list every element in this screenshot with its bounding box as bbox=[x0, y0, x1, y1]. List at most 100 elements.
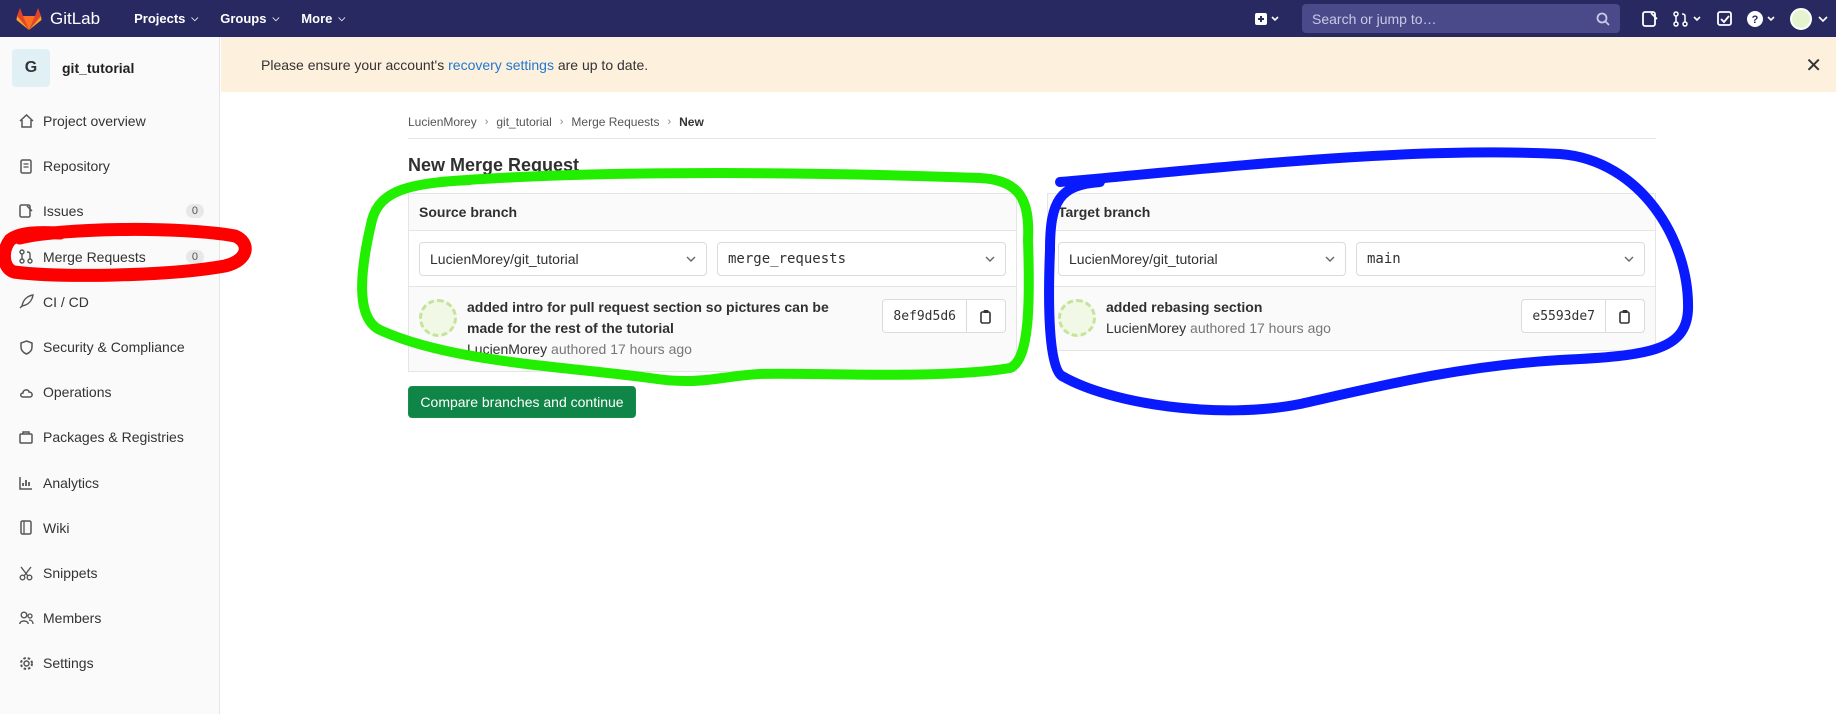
merge-request-icon bbox=[18, 249, 34, 264]
source-branch-heading: Source branch bbox=[409, 194, 1016, 231]
chevron-down-icon bbox=[1325, 256, 1335, 262]
chevron-down-icon: ⌵ bbox=[191, 13, 199, 23]
target-commit-time: authored 17 hours ago bbox=[1186, 320, 1331, 336]
sidebar-item-label: Project overview bbox=[43, 113, 146, 129]
project-header[interactable]: G git_tutorial bbox=[0, 37, 219, 99]
sidebar-item-repository[interactable]: Repository bbox=[0, 151, 219, 181]
target-branch-dropdown[interactable]: main bbox=[1356, 241, 1645, 276]
chevron-right-icon: › bbox=[667, 116, 672, 128]
chevron-down-icon bbox=[1624, 256, 1634, 262]
source-project-dropdown[interactable]: LucienMorey/git_tutorial bbox=[419, 241, 707, 276]
nav-right: Search or jump to… ? bbox=[1248, 0, 1836, 37]
search-icon bbox=[1596, 12, 1610, 26]
source-commit: added intro for pull request section so … bbox=[409, 286, 1016, 371]
breadcrumb: LucienMorey › git_tutorial › Merge Reque… bbox=[408, 106, 1656, 139]
target-branch-panel: Target branch LucienMorey/git_tutorial m… bbox=[1047, 193, 1656, 351]
source-branch-value: merge_requests bbox=[728, 250, 847, 267]
sidebar-item-merge-requests[interactable]: Merge Requests 0 bbox=[0, 242, 219, 272]
search-input[interactable]: Search or jump to… bbox=[1302, 4, 1620, 33]
sidebar-item-label: Issues bbox=[43, 203, 84, 220]
issues-icon[interactable] bbox=[1634, 0, 1666, 37]
target-project-dropdown[interactable]: LucienMorey/git_tutorial bbox=[1058, 241, 1346, 276]
sidebar-item-label: Members bbox=[43, 610, 102, 627]
sidebar-item-label: Settings bbox=[43, 655, 94, 672]
target-commit-sha: e5593de7 bbox=[1521, 299, 1645, 333]
source-project-value: LucienMorey/git_tutorial bbox=[430, 250, 579, 267]
sidebar-item-label: Repository bbox=[43, 158, 110, 175]
close-icon[interactable]: ✕ bbox=[1805, 53, 1822, 78]
gear-icon bbox=[18, 656, 34, 671]
nav-more[interactable]: More ⌵ bbox=[301, 11, 345, 26]
copy-icon[interactable] bbox=[967, 300, 1005, 332]
help-icon[interactable]: ? bbox=[1740, 0, 1784, 37]
breadcrumb-current[interactable]: New bbox=[679, 115, 704, 129]
chevron-down-icon bbox=[1818, 15, 1828, 22]
sidebar-item-ci-cd[interactable]: CI / CD bbox=[0, 287, 219, 317]
nav-groups[interactable]: Groups ⌵ bbox=[220, 11, 279, 26]
brand-name: GitLab bbox=[50, 8, 101, 28]
sidebar-item-label: Operations bbox=[43, 384, 112, 401]
svg-text:?: ? bbox=[1752, 14, 1759, 26]
target-project-value: LucienMorey/git_tutorial bbox=[1069, 250, 1218, 267]
sidebar-item-project-overview[interactable]: Project overview bbox=[0, 106, 219, 136]
sidebar-item-analytics[interactable]: Analytics bbox=[0, 468, 219, 498]
sidebar-item-security-compliance[interactable]: Security & Compliance bbox=[0, 332, 219, 362]
chevron-down-icon bbox=[985, 256, 995, 262]
sidebar-item-settings[interactable]: Settings bbox=[0, 648, 219, 678]
source-commit-title-line2[interactable]: made for the rest of the tutorial bbox=[467, 318, 829, 339]
rocket-icon bbox=[18, 294, 34, 309]
package-icon bbox=[18, 430, 34, 445]
breadcrumb-item[interactable]: git_tutorial bbox=[496, 115, 551, 129]
issues-icon bbox=[18, 204, 34, 219]
page-title: New Merge Request bbox=[408, 155, 580, 175]
source-commit-sha: 8ef9d5d6 bbox=[882, 299, 1006, 333]
sidebar-item-label: Snippets bbox=[43, 565, 98, 581]
target-commit-author[interactable]: LucienMorey bbox=[1106, 320, 1186, 336]
merge-request-icon[interactable] bbox=[1666, 0, 1710, 37]
sidebar-item-snippets[interactable]: Snippets bbox=[0, 558, 219, 588]
nav-more-label: More bbox=[301, 11, 333, 26]
chevron-right-icon: › bbox=[559, 116, 564, 128]
sidebar-item-label: Merge Requests bbox=[43, 248, 146, 265]
count-badge: 0 bbox=[185, 204, 204, 219]
breadcrumb-item[interactable]: LucienMorey bbox=[408, 115, 477, 129]
user-menu[interactable] bbox=[1784, 0, 1836, 37]
source-commit-author[interactable]: LucienMorey bbox=[467, 341, 547, 357]
sidebar-item-label: Analytics bbox=[43, 474, 100, 491]
gitlab-logo[interactable]: GitLab bbox=[16, 0, 100, 37]
todo-icon[interactable] bbox=[1710, 0, 1740, 37]
chart-icon bbox=[18, 476, 34, 490]
users-icon bbox=[18, 611, 34, 625]
home-icon bbox=[18, 114, 34, 128]
source-branch-panel: Source branch LucienMorey/git_tutorial m… bbox=[408, 193, 1017, 372]
target-sha-value[interactable]: e5593de7 bbox=[1522, 300, 1606, 332]
copy-icon[interactable] bbox=[1606, 300, 1644, 332]
source-branch-dropdown[interactable]: merge_requests bbox=[717, 241, 1006, 276]
top-navbar: GitLab Projects ⌵ Groups ⌵ More ⌵ Search or… bbox=[0, 0, 1836, 37]
chevron-right-icon: › bbox=[484, 116, 489, 128]
target-commit-title[interactable]: added rebasing section bbox=[1106, 297, 1331, 318]
target-branch-heading: Target branch bbox=[1048, 194, 1655, 231]
nav-projects[interactable]: Projects ⌵ bbox=[134, 11, 198, 26]
sidebar-item-operations[interactable]: Operations bbox=[0, 377, 219, 407]
compare-branches-button[interactable]: Compare branches and continue bbox=[408, 386, 636, 418]
sidebar-item-members[interactable]: Members bbox=[0, 603, 219, 633]
source-commit-title-line1[interactable]: added intro for pull request section so … bbox=[467, 297, 829, 318]
search-placeholder: Search or jump to… bbox=[1312, 10, 1437, 27]
breadcrumb-item[interactable]: Merge Requests bbox=[571, 115, 659, 129]
scissors-icon bbox=[18, 566, 34, 581]
alert-prefix: Please ensure your account's bbox=[261, 56, 449, 73]
sidebar-item-packages-registries[interactable]: Packages & Registries bbox=[0, 422, 219, 452]
sidebar-item-wiki[interactable]: Wiki bbox=[0, 513, 219, 543]
source-commit-time: authored 17 hours ago bbox=[547, 341, 692, 357]
nav-projects-label: Projects bbox=[134, 11, 186, 26]
avatar bbox=[1058, 299, 1096, 337]
recovery-settings-link[interactable]: recovery settings bbox=[448, 57, 554, 73]
sidebar-item-issues[interactable]: Issues 0 bbox=[0, 196, 219, 226]
sidebar-item-label: Wiki bbox=[43, 519, 70, 536]
source-sha-value[interactable]: 8ef9d5d6 bbox=[883, 300, 967, 332]
new-item-icon[interactable] bbox=[1248, 0, 1288, 37]
shield-icon bbox=[18, 339, 34, 355]
nav-menu: Projects ⌵ Groups ⌵ More ⌵ bbox=[134, 11, 367, 26]
avatar bbox=[419, 299, 457, 337]
